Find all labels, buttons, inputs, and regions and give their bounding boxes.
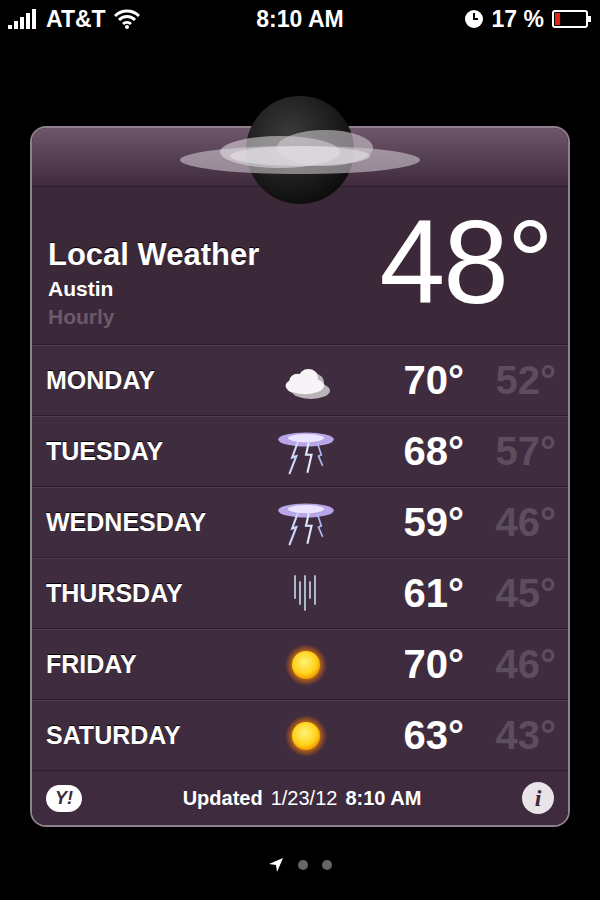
high-temperature: 63° xyxy=(346,713,464,758)
page-dot[interactable] xyxy=(322,860,332,870)
card-footer: Y! Updated 1/23/12 8:10 AM i xyxy=(32,771,568,825)
forecast-row: SATURDAY 63°43° xyxy=(32,700,568,771)
clock-icon xyxy=(464,9,484,29)
condition xyxy=(266,714,346,758)
forecast-row: TUESDAY 68°57° xyxy=(32,416,568,487)
weather-screen: AT&T 8:10 AM 17 % Local Weather Austin Hourly… xyxy=(0,0,600,900)
thunderstorm-icon xyxy=(275,427,337,477)
weather-card: Local WeatherAustinHourly48°MONDAY70°52°… xyxy=(30,126,570,827)
yahoo-logo[interactable]: Y! xyxy=(46,785,82,812)
carrier: AT&T xyxy=(46,6,106,33)
battery-percent: 17 % xyxy=(492,6,544,33)
card-header: Local Weather Austin Hourly 48° xyxy=(32,187,568,345)
high-temperature: 59° xyxy=(346,500,464,545)
day-name: WEDNESDAY xyxy=(46,508,266,537)
high-temperature: 70° xyxy=(346,358,464,403)
high-temperature: 70° xyxy=(346,642,464,687)
info-button[interactable]: i xyxy=(522,782,554,814)
page-dot[interactable] xyxy=(298,860,308,870)
low-temperature: 43° xyxy=(464,713,556,758)
location-title: Local Weather xyxy=(48,237,259,273)
signal-icon xyxy=(8,9,38,29)
day-name: MONDAY xyxy=(46,366,266,395)
forecast-list: MONDAY70°52°TUESDAY68°57°WEDNESDAY59°46°… xyxy=(32,345,568,771)
current-condition xyxy=(160,94,440,210)
condition xyxy=(266,572,346,616)
main: Local WeatherAustinHourly48°MONDAY70°52°… xyxy=(0,38,600,873)
status-time: 8:10 AM xyxy=(256,6,343,33)
forecast-row: WEDNESDAY 59°46° xyxy=(32,487,568,558)
current-temperature: 48° xyxy=(380,201,552,321)
updated-label: Updated xyxy=(183,787,263,810)
low-temperature: 46° xyxy=(464,500,556,545)
day-name: TUESDAY xyxy=(46,437,266,466)
city-name: Austin xyxy=(48,277,259,301)
status-right: 17 % xyxy=(344,6,592,33)
battery-icon xyxy=(552,9,592,29)
condition xyxy=(266,427,346,477)
high-temperature: 61° xyxy=(346,571,464,616)
forecast-row: THURSDAY 61°45° xyxy=(32,558,568,629)
day-name: FRIDAY xyxy=(46,650,266,679)
thunderstorm-icon xyxy=(275,498,337,548)
low-temperature: 46° xyxy=(464,642,556,687)
page-indicator xyxy=(30,857,570,873)
day-name: THURSDAY xyxy=(46,579,266,608)
updated-info: Updated 1/23/12 8:10 AM xyxy=(183,787,422,810)
forecast-row: MONDAY 70°52° xyxy=(32,345,568,416)
updated-date: 1/23/12 xyxy=(271,787,338,810)
cloud-moon-icon xyxy=(160,94,440,206)
condition xyxy=(266,643,346,687)
sun-icon xyxy=(284,714,328,758)
hourly-link[interactable]: Hourly xyxy=(48,305,259,329)
location-info: Local Weather Austin Hourly xyxy=(48,201,259,329)
high-temperature: 68° xyxy=(346,429,464,474)
low-temperature: 52° xyxy=(464,358,556,403)
updated-time: 8:10 AM xyxy=(345,787,421,810)
wifi-icon xyxy=(114,9,140,29)
condition xyxy=(266,363,346,399)
status-bar: AT&T 8:10 AM 17 % xyxy=(0,0,600,38)
status-left: AT&T xyxy=(8,6,256,33)
day-name: SATURDAY xyxy=(46,721,266,750)
location-arrow-icon[interactable] xyxy=(268,857,284,873)
rain-icon xyxy=(291,572,321,616)
sun-icon xyxy=(284,643,328,687)
cloud-icon xyxy=(278,363,334,399)
card-top xyxy=(32,128,568,187)
forecast-row: FRIDAY 70°46° xyxy=(32,629,568,700)
low-temperature: 57° xyxy=(464,429,556,474)
condition xyxy=(266,498,346,548)
low-temperature: 45° xyxy=(464,571,556,616)
